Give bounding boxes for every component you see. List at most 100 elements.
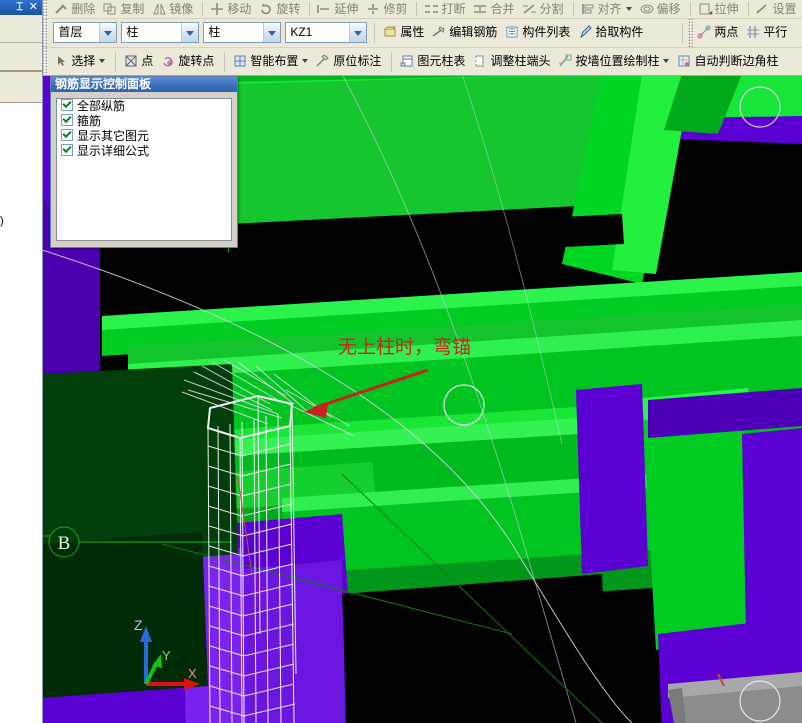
component-select-value: 柱 (208, 25, 221, 39)
svg-text:Y: Y (162, 648, 171, 663)
trim-icon (366, 2, 381, 16)
left-docked-panel: ⌶ ✕ ) (0, 0, 43, 723)
toolbar-button-property[interactable]: 属性 (380, 19, 429, 45)
rebar-panel-item-2[interactable]: 显示其它图元 (57, 129, 231, 144)
extend-icon (317, 2, 332, 16)
move-icon (210, 2, 225, 16)
toolbar-button-element-table[interactable]: 图元柱表 (397, 48, 470, 74)
left-panel-section-1 (0, 15, 42, 43)
toolbar-button-offset[interactable]: 偏移 (637, 0, 686, 18)
toolbar-button-two-point[interactable]: 两点 (694, 19, 743, 45)
split-icon (522, 2, 537, 16)
toolbar-button-break[interactable]: 打断 (421, 0, 470, 18)
rebar-panel-item-1[interactable]: 箍筋 (57, 114, 231, 129)
auto-corner-icon (677, 54, 692, 68)
chevron-down-icon[interactable] (349, 23, 367, 42)
application-window: ⌶ ✕ ) 删除 复制 镜像 移动 旋转 延伸 修剪 打断 合并 分割 对齐 偏移 拉伸 设置 首层 柱 柱 K… (0, 0, 802, 723)
toolbar-button-label: 合并 (490, 2, 515, 16)
toolbar-button-label: 构件列表 (522, 25, 571, 39)
rebar-panel-item-label: 显示详细公式 (77, 144, 150, 158)
toolbar-button-label: 镜像 (169, 2, 194, 16)
component-list-icon (505, 25, 520, 39)
chevron-down-icon[interactable] (181, 23, 199, 42)
toolbar-button-label: 复制 (120, 2, 145, 16)
floor-select[interactable]: 首层 (53, 22, 118, 43)
toolbar-button-label: 图元柱表 (417, 54, 466, 68)
svg-text:X: X (188, 666, 197, 681)
select-arrow-icon (54, 54, 69, 68)
toolbar-button-in-situ-label[interactable]: 原位标注 (313, 48, 386, 74)
in-situ-label-icon (316, 54, 331, 68)
left-panel-text-fragment: ) (0, 215, 4, 227)
toolbar-button-label: 偏移 (656, 2, 681, 16)
left-panel-section-2 (0, 43, 42, 72)
toolbar-button-label: 平行 (763, 25, 788, 39)
chevron-down-icon[interactable] (625, 7, 632, 11)
toolbar-button-component-list[interactable]: 构件列表 (502, 19, 575, 45)
toolbar-button-rotate[interactable]: 旋转 (256, 0, 305, 18)
property-icon (383, 25, 398, 39)
toolbar-button-edit-rebar[interactable]: 编辑钢筋 (429, 19, 502, 45)
toolbar-button-select-arrow[interactable]: 选择 (51, 48, 110, 74)
toolbar-button-parallel[interactable]: 平行 (743, 19, 792, 45)
toolbar-button-draw-by-wall[interactable]: 按墙位置绘制柱 (555, 48, 674, 74)
category-select[interactable]: 柱 (121, 22, 200, 43)
checkbox-icon[interactable] (61, 99, 73, 111)
toolbar-button-smart-layout[interactable]: 智能布置 (230, 48, 313, 74)
grid-marker-label: B (58, 533, 71, 554)
delete-icon (54, 2, 69, 16)
toolbar-button-stretch[interactable]: 拉伸 (695, 0, 744, 18)
rebar-panel-item-3[interactable]: 显示详细公式 (57, 144, 231, 159)
component-select[interactable]: 柱 (203, 22, 282, 43)
chevron-down-icon[interactable] (663, 59, 670, 63)
element-select[interactable]: KZ1 (285, 22, 368, 43)
rebar-panel-item-label: 全部纵筋 (77, 99, 126, 113)
checkbox-icon[interactable] (61, 114, 73, 126)
rotate-point-icon (161, 54, 176, 68)
toolbar-button-rotate-point[interactable]: 旋转点 (158, 48, 219, 74)
parallel-icon (746, 25, 761, 39)
pin-icon[interactable]: ⌶ (16, 1, 23, 13)
toolbar-button-trim[interactable]: 修剪 (363, 0, 412, 18)
left-panel-content: ) (0, 103, 42, 723)
toolbar-separator (747, 2, 749, 16)
rebar-panel-item-label: 显示其它图元 (77, 129, 150, 143)
stretch-icon (698, 2, 713, 16)
toolbar-separator (682, 23, 684, 43)
checkbox-icon[interactable] (61, 144, 73, 156)
toolbar-button-point[interactable]: 点 (121, 48, 158, 74)
rebar-panel-title: 钢筋显示控制面板 (51, 77, 237, 92)
toolbar-separator (202, 2, 204, 16)
toolbar-button-auto-corner[interactable]: 自动判断边角柱 (674, 48, 783, 74)
toolbar-button-pick-component[interactable]: 拾取构件 (575, 19, 648, 45)
chevron-down-icon[interactable] (263, 23, 281, 42)
toolbar-button-merge[interactable]: 合并 (470, 0, 519, 18)
rebar-panel-item-0[interactable]: 全部纵筋 (57, 99, 231, 114)
offset-icon (640, 2, 655, 16)
chevron-down-icon[interactable] (99, 23, 117, 42)
toolbar-button-delete[interactable]: 删除 (51, 0, 100, 18)
rebar-display-control-panel[interactable]: 钢筋显示控制面板 全部纵筋 箍筋 显示其它图元 显示详细公式 (50, 76, 238, 248)
chevron-down-icon[interactable] (99, 59, 106, 63)
toolbar-button-label: 编辑钢筋 (449, 25, 498, 39)
toolbar-button-label: 点 (141, 54, 154, 68)
toolbar-button-label: 拉伸 (714, 2, 739, 16)
checkbox-icon[interactable] (61, 129, 73, 141)
toolbar-button-settings[interactable]: 设置 (753, 0, 802, 18)
element-select-value: KZ1 (290, 25, 313, 39)
toolbar-button-align[interactable]: 对齐 (578, 0, 637, 18)
toolbar-button-extend[interactable]: 延伸 (314, 0, 363, 18)
toolbar-area: 删除 复制 镜像 移动 旋转 延伸 修剪 打断 合并 分割 对齐 偏移 拉伸 设置 首层 柱 柱 KZ1 属性 编辑… (42, 0, 802, 76)
mirror-icon (152, 2, 167, 16)
chevron-down-icon[interactable] (302, 59, 309, 63)
column-draw-toolbar: 选择 点 旋转点 智能布置 原位标注 图元柱表 调整柱端头 按墙位置绘制柱 自动判断边角柱 (42, 48, 802, 76)
toolbar-button-label: 两点 (714, 25, 739, 39)
toolbar-button-label: 删除 (71, 2, 96, 16)
close-icon[interactable]: ✕ (29, 1, 38, 13)
toolbar-button-mirror[interactable]: 镜像 (149, 0, 198, 18)
toolbar-button-move[interactable]: 移动 (207, 0, 256, 18)
toolbar-button-adjust-end[interactable]: 调整柱端头 (470, 48, 555, 74)
toolbar-button-copy[interactable]: 复制 (100, 0, 149, 18)
toolbar-button-split[interactable]: 分割 (519, 0, 568, 18)
edit-rebar-icon (432, 25, 447, 39)
